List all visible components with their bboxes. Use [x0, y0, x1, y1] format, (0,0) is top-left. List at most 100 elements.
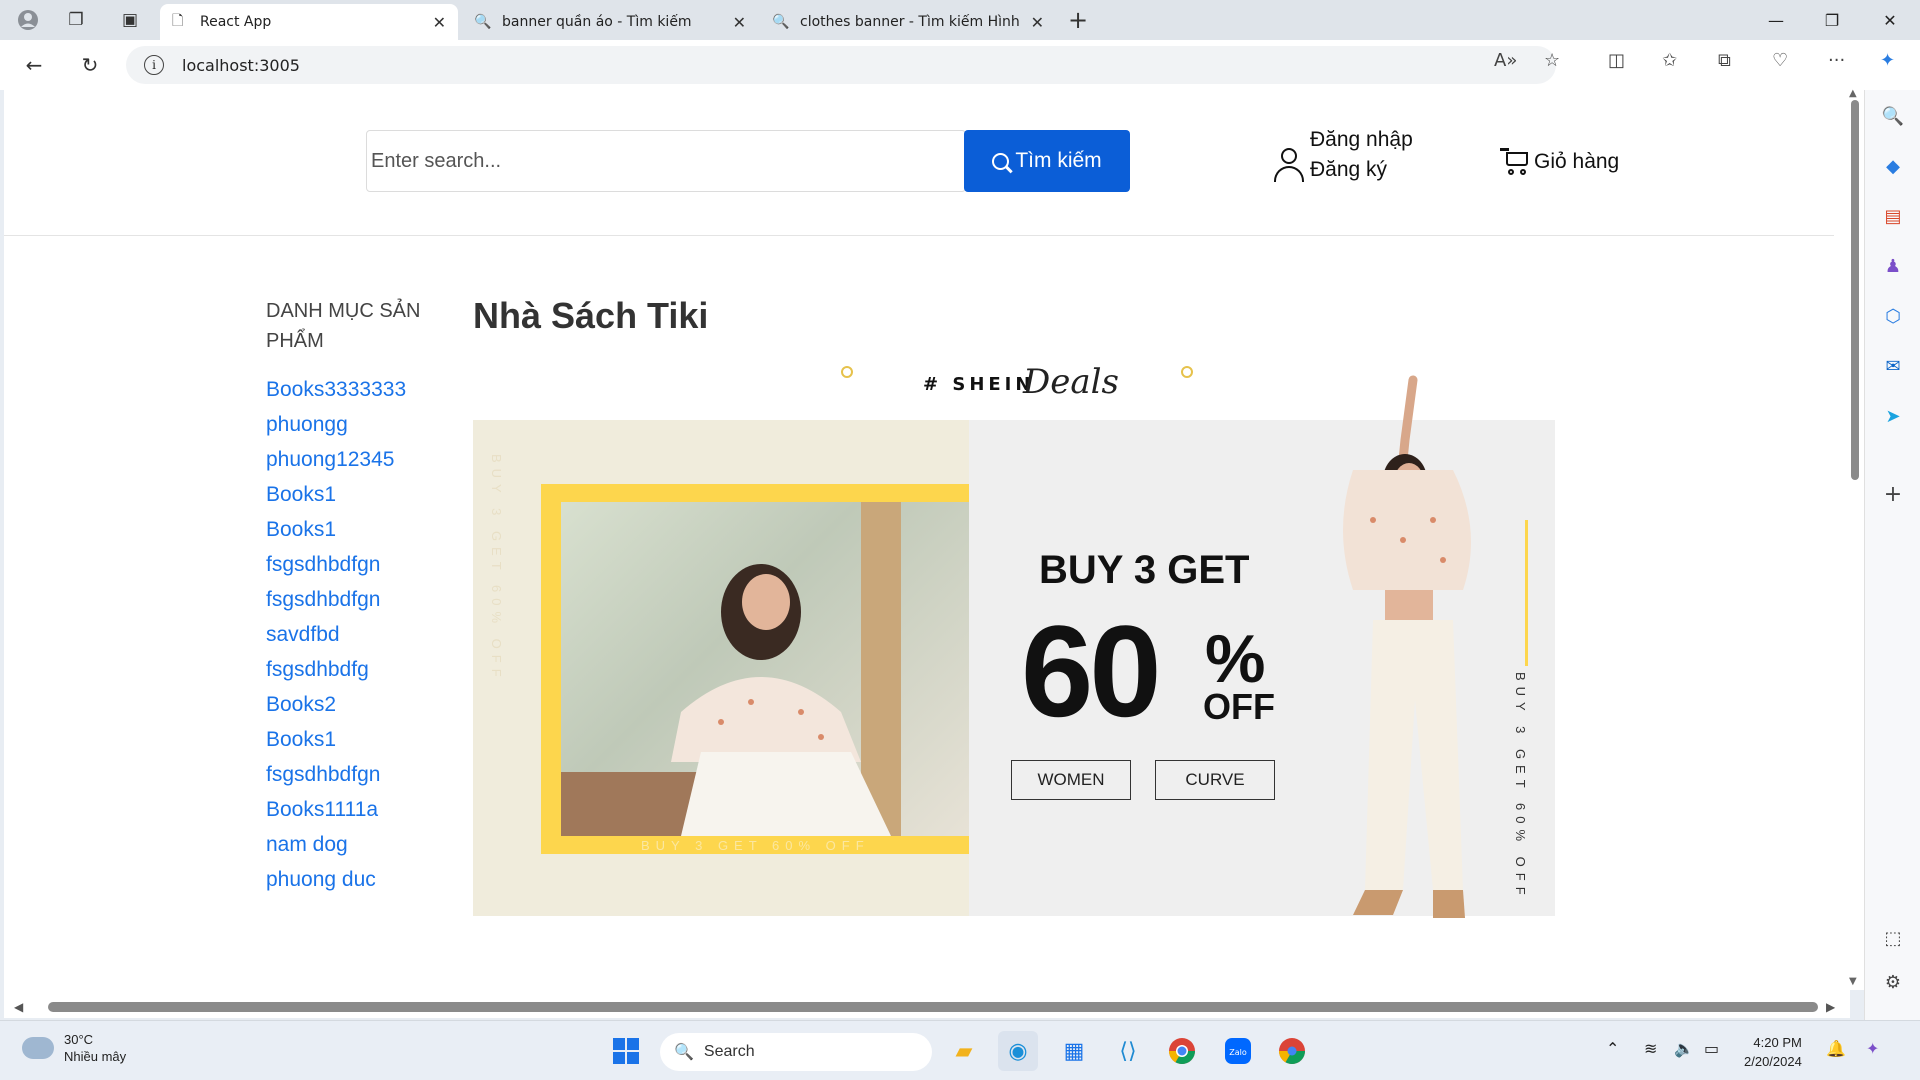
site-info-icon[interactable]: i: [144, 55, 164, 75]
category-item[interactable]: fsgsdhbdfgn: [266, 757, 406, 792]
category-item[interactable]: fsgsdhbdfg: [266, 652, 406, 687]
search-icon: [992, 152, 1010, 170]
new-tab-icon[interactable]: +: [1060, 6, 1096, 34]
restore-icon[interactable]: ❐: [1804, 0, 1860, 40]
category-item[interactable]: Books3333333: [266, 372, 406, 407]
microsoft-365-icon[interactable]: ⬡: [1865, 300, 1920, 332]
chrome-icon[interactable]: [1162, 1031, 1202, 1071]
tools-icon[interactable]: ▤: [1865, 200, 1920, 232]
volume-icon[interactable]: 🔈: [1674, 1039, 1694, 1058]
shopping-icon[interactable]: ◆: [1865, 150, 1920, 182]
site-header: Tìm kiếm Đăng nhập Đăng ký Giỏ hàng: [4, 90, 1834, 236]
start-icon[interactable]: [606, 1031, 646, 1071]
tab-react-app[interactable]: 🗋 React App ✕: [160, 4, 458, 40]
horizontal-scrollbar[interactable]: ◀ ▶: [4, 996, 1846, 1018]
login-link[interactable]: Đăng nhập: [1310, 128, 1413, 152]
workspaces-icon[interactable]: ❐: [58, 6, 94, 34]
tab-banner-search[interactable]: 🔍 banner quần áo - Tìm kiếm ✕: [462, 4, 758, 40]
category-item[interactable]: Books1: [266, 477, 406, 512]
search-icon[interactable]: 🔍: [1865, 100, 1920, 132]
category-item[interactable]: nam dog: [266, 827, 406, 862]
category-item[interactable]: Books1111a: [266, 792, 406, 827]
weather-widget[interactable]: 30°C Nhiều mây: [18, 1029, 126, 1065]
favorite-star-icon[interactable]: ☆: [1544, 50, 1560, 71]
copilot-taskbar-icon[interactable]: ✦: [1866, 1039, 1879, 1058]
scroll-down-icon[interactable]: ▼: [1849, 976, 1857, 987]
scroll-up-icon[interactable]: ▲: [1849, 88, 1857, 99]
search-icon: 🔍: [772, 14, 790, 30]
promo-banner[interactable]: # SHEIN Deals BUY 3 GET 60% OFF BUY 3 GE…: [473, 340, 1555, 930]
copilot-icon[interactable]: ✦: [1880, 50, 1895, 71]
side-caption: BUY 3 GET 60% OFF: [1513, 672, 1528, 901]
close-window-icon[interactable]: ✕: [1862, 0, 1918, 40]
screenshot-icon[interactable]: ⬚: [1865, 922, 1920, 954]
category-item[interactable]: phuong12345: [266, 442, 406, 477]
tab-title: React App: [200, 14, 272, 30]
edge-icon[interactable]: ◉: [998, 1031, 1038, 1071]
chrome-profile-icon[interactable]: [1272, 1031, 1312, 1071]
scroll-left-icon[interactable]: ◀: [14, 1000, 23, 1014]
favorites-icon[interactable]: ✩: [1662, 50, 1677, 71]
standing-model-image: [1293, 370, 1513, 930]
vscode-icon[interactable]: ⟨⟩: [1108, 1031, 1148, 1071]
close-tab-icon[interactable]: ✕: [733, 13, 746, 32]
banner-headline: BUY 3 GET: [1039, 548, 1250, 592]
page-icon: 🗋: [172, 13, 184, 29]
category-item[interactable]: savdfbd: [266, 617, 406, 652]
clock-date: 2/20/2024: [1744, 1054, 1802, 1069]
taskbar-search[interactable]: 🔍 Search: [660, 1033, 932, 1071]
category-item[interactable]: fsgsdhbdfgn: [266, 547, 406, 582]
close-tab-icon[interactable]: ✕: [433, 13, 446, 32]
banner-percent: 60: [1021, 598, 1162, 744]
vertical-scroll-thumb[interactable]: [1851, 100, 1859, 480]
banner-brand: # SHEIN: [923, 374, 1035, 395]
search-button[interactable]: Tìm kiếm: [964, 130, 1130, 192]
category-item[interactable]: Books1: [266, 722, 406, 757]
banner-left-panel: BUY 3 GET 60% OFF BUY 3 GET 60% OFF: [473, 420, 969, 916]
store-icon[interactable]: ▦: [1054, 1031, 1094, 1071]
tab-clothes-banner[interactable]: 🔍 clothes banner - Tìm kiếm Hình ả ✕: [760, 4, 1056, 40]
address-bar[interactable]: i localhost:3005: [126, 46, 1556, 84]
file-explorer-icon[interactable]: ▰: [944, 1031, 984, 1071]
horizontal-scroll-thumb[interactable]: [48, 1002, 1818, 1012]
page-title: Nhà Sách Tiki: [473, 295, 709, 336]
search-button-label: Tìm kiếm: [1015, 149, 1102, 172]
refresh-icon[interactable]: ↻: [72, 48, 108, 82]
tab-title: clothes banner - Tìm kiếm Hình ả: [800, 14, 1023, 30]
browser-essentials-icon[interactable]: ♡: [1772, 50, 1788, 71]
search-input[interactable]: [366, 130, 966, 192]
edge-sidebar: 🔍 ◆ ▤ ♟ ⬡ ✉ ➤ + ⬚ ⚙: [1864, 90, 1920, 1020]
split-screen-icon[interactable]: ◫: [1608, 50, 1625, 71]
profile-icon[interactable]: [10, 6, 46, 34]
model-photo: [561, 502, 969, 836]
register-link[interactable]: Đăng ký: [1310, 158, 1387, 182]
zalo-icon[interactable]: Zalo: [1218, 1031, 1258, 1071]
outlook-icon[interactable]: ✉: [1865, 350, 1920, 382]
games-icon[interactable]: ♟: [1865, 250, 1920, 282]
category-item[interactable]: fsgsdhbdfgn: [266, 582, 406, 617]
category-item[interactable]: Books1: [266, 512, 406, 547]
cart-link[interactable]: Giỏ hàng: [1500, 148, 1619, 176]
add-icon[interactable]: +: [1865, 478, 1920, 510]
taskbar-clock[interactable]: 4:20 PM 2/20/2024: [1744, 1033, 1802, 1071]
category-item[interactable]: Books2: [266, 687, 406, 722]
collections-icon[interactable]: ⧉: [1718, 50, 1731, 71]
close-tab-icon[interactable]: ✕: [1031, 13, 1044, 32]
settings-icon[interactable]: ⚙: [1865, 966, 1920, 998]
scroll-right-icon[interactable]: ▶: [1826, 1000, 1835, 1014]
battery-icon[interactable]: ▭: [1704, 1039, 1719, 1058]
read-aloud-icon[interactable]: A»: [1494, 50, 1517, 71]
curve-button[interactable]: CURVE: [1155, 760, 1275, 800]
vertical-scrollbar[interactable]: ▲ ▼: [1846, 88, 1864, 990]
wifi-icon[interactable]: ≋: [1644, 1039, 1657, 1058]
category-item[interactable]: phuong duc: [266, 862, 406, 897]
vertical-tabs-icon[interactable]: ▣: [112, 6, 148, 34]
notification-icon[interactable]: 🔔: [1826, 1039, 1846, 1058]
more-menu-icon[interactable]: ···: [1828, 50, 1845, 71]
tray-overflow-icon[interactable]: ⌃: [1606, 1039, 1619, 1058]
category-item[interactable]: phuongg: [266, 407, 406, 442]
drop-icon[interactable]: ➤: [1865, 400, 1920, 432]
back-icon[interactable]: ←: [16, 48, 52, 82]
women-button[interactable]: WOMEN: [1011, 760, 1131, 800]
minimize-icon[interactable]: —: [1748, 0, 1804, 40]
